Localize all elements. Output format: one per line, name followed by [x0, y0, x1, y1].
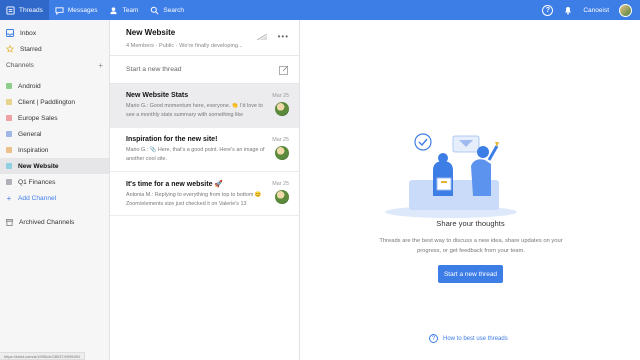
sidebar-item-label: Archived Channels — [19, 218, 75, 226]
empty-state-body: Threads are the best way to discuss a ne… — [379, 238, 563, 254]
thread-date: Mar 25 — [272, 137, 289, 143]
nav-threads-label: Threads — [19, 6, 43, 14]
add-channel-icon[interactable]: + — [98, 61, 103, 70]
more-options-icon[interactable]: ••• — [278, 32, 289, 41]
how-to-link[interactable]: ? How to best use threads — [429, 334, 508, 343]
new-thread-placeholder: Start a new thread — [126, 66, 182, 73]
nav-messages[interactable]: Messages — [49, 0, 104, 20]
bell-icon[interactable] — [563, 5, 573, 15]
channel-color-swatch — [6, 147, 12, 153]
thread-snippet: Antonia M.: Replying to everything from … — [126, 192, 262, 207]
avatar — [275, 190, 289, 204]
add-channel-button[interactable]: + Add Channel — [0, 190, 109, 206]
channel-color-swatch — [6, 115, 12, 121]
nav-messages-label: Messages — [67, 6, 98, 14]
status-url: https://twist.com/a/1995/ch/28037/t/3954… — [0, 352, 86, 360]
messages-icon — [55, 6, 64, 15]
compose-icon[interactable] — [279, 65, 289, 75]
sidebar-item-label: General — [18, 130, 42, 138]
team-icon — [110, 6, 118, 14]
avatar — [275, 146, 289, 160]
user-name[interactable]: Canoeist — [583, 7, 609, 14]
channel-color-swatch — [6, 99, 12, 105]
channel-header: New Website 4 Members · Public · We're f… — [110, 20, 299, 56]
nav-team-label: Team — [122, 6, 139, 14]
thread-date: Mar 25 — [272, 181, 289, 187]
sidebar: Inbox Starred Channels + Android Client … — [0, 20, 110, 360]
channel-color-swatch — [6, 131, 12, 137]
archive-icon — [6, 218, 13, 226]
help-icon[interactable]: ? — [542, 4, 554, 16]
top-bar: Threads Messages Team Search ? Canoeist — [0, 0, 640, 20]
nav-search-label: Search — [163, 6, 184, 14]
threads-icon — [6, 5, 15, 15]
start-thread-button[interactable]: Start a new thread — [438, 265, 503, 283]
sidebar-item-label: Europe Sales — [18, 114, 58, 122]
main-pane: Share your thoughts Threads are the best… — [301, 20, 640, 360]
thread-snippet: Mario G.: 📎 Here, that's a good point. H… — [126, 147, 265, 162]
channel-title: New Website — [126, 28, 176, 37]
sidebar-item-archived[interactable]: Archived Channels — [0, 214, 109, 230]
plus-icon: + — [6, 193, 12, 203]
thread-snippet: Mario G.: Good momentum here, everyone. … — [126, 103, 263, 118]
channels-header-label: Channels — [6, 61, 34, 69]
user-avatar[interactable] — [619, 3, 632, 17]
sidebar-item-client-paddlington[interactable]: Client | Paddlington — [0, 94, 109, 110]
sidebar-item-inspiration[interactable]: Inspiration — [0, 142, 109, 158]
channel-color-swatch — [6, 179, 12, 185]
channel-color-swatch — [6, 163, 12, 169]
sidebar-item-starred[interactable]: Starred — [0, 41, 109, 57]
sidebar-item-europe-sales[interactable]: Europe Sales — [0, 110, 109, 126]
thread-item[interactable]: It's time for a new website 🚀 Mar 25 Ant… — [110, 172, 299, 216]
sidebar-item-inbox[interactable]: Inbox — [0, 25, 109, 41]
sidebar-item-label: Client | Paddlington — [18, 98, 76, 106]
sidebar-item-general[interactable]: General — [0, 126, 109, 142]
sidebar-item-label: Starred — [20, 45, 42, 53]
thread-date: Mar 25 — [272, 93, 289, 99]
star-icon — [6, 45, 14, 53]
channel-color-swatch — [6, 83, 12, 89]
sidebar-item-label: Q1 Finances — [18, 178, 56, 186]
help-circle-icon: ? — [429, 334, 438, 343]
notifications-muted-icon[interactable] — [257, 34, 267, 40]
new-thread-input[interactable]: Start a new thread — [110, 56, 299, 84]
empty-state-title: Share your thoughts — [436, 219, 505, 228]
sidebar-item-label: New Website — [18, 162, 59, 170]
channels-header: Channels + — [0, 57, 109, 73]
nav-search[interactable]: Search — [144, 0, 190, 20]
search-icon — [151, 6, 159, 14]
share-thoughts-illustration — [385, 133, 517, 218]
sidebar-item-q1-finances[interactable]: Q1 Finances — [0, 174, 109, 190]
thread-list: New Website 4 Members · Public · We're f… — [110, 20, 300, 360]
avatar — [275, 102, 289, 116]
thread-item[interactable]: New Website Stats Mar 25 Mario G.: Good … — [110, 84, 299, 128]
sidebar-item-new-website[interactable]: New Website — [0, 158, 109, 174]
sidebar-item-label: Android — [18, 82, 41, 90]
channel-meta: 4 Members · Public · We're finally devel… — [126, 43, 243, 49]
sidebar-item-label: Inspiration — [18, 146, 49, 154]
how-to-label: How to best use threads — [443, 335, 508, 342]
sidebar-item-label: Inbox — [20, 29, 37, 37]
add-channel-label: Add Channel — [18, 194, 57, 202]
nav-team[interactable]: Team — [103, 0, 144, 20]
inbox-icon — [6, 29, 14, 37]
thread-item[interactable]: Inspiration for the new site! Mar 25 Mar… — [110, 128, 299, 172]
sidebar-item-android[interactable]: Android — [0, 78, 109, 94]
nav-threads[interactable]: Threads — [0, 0, 49, 20]
